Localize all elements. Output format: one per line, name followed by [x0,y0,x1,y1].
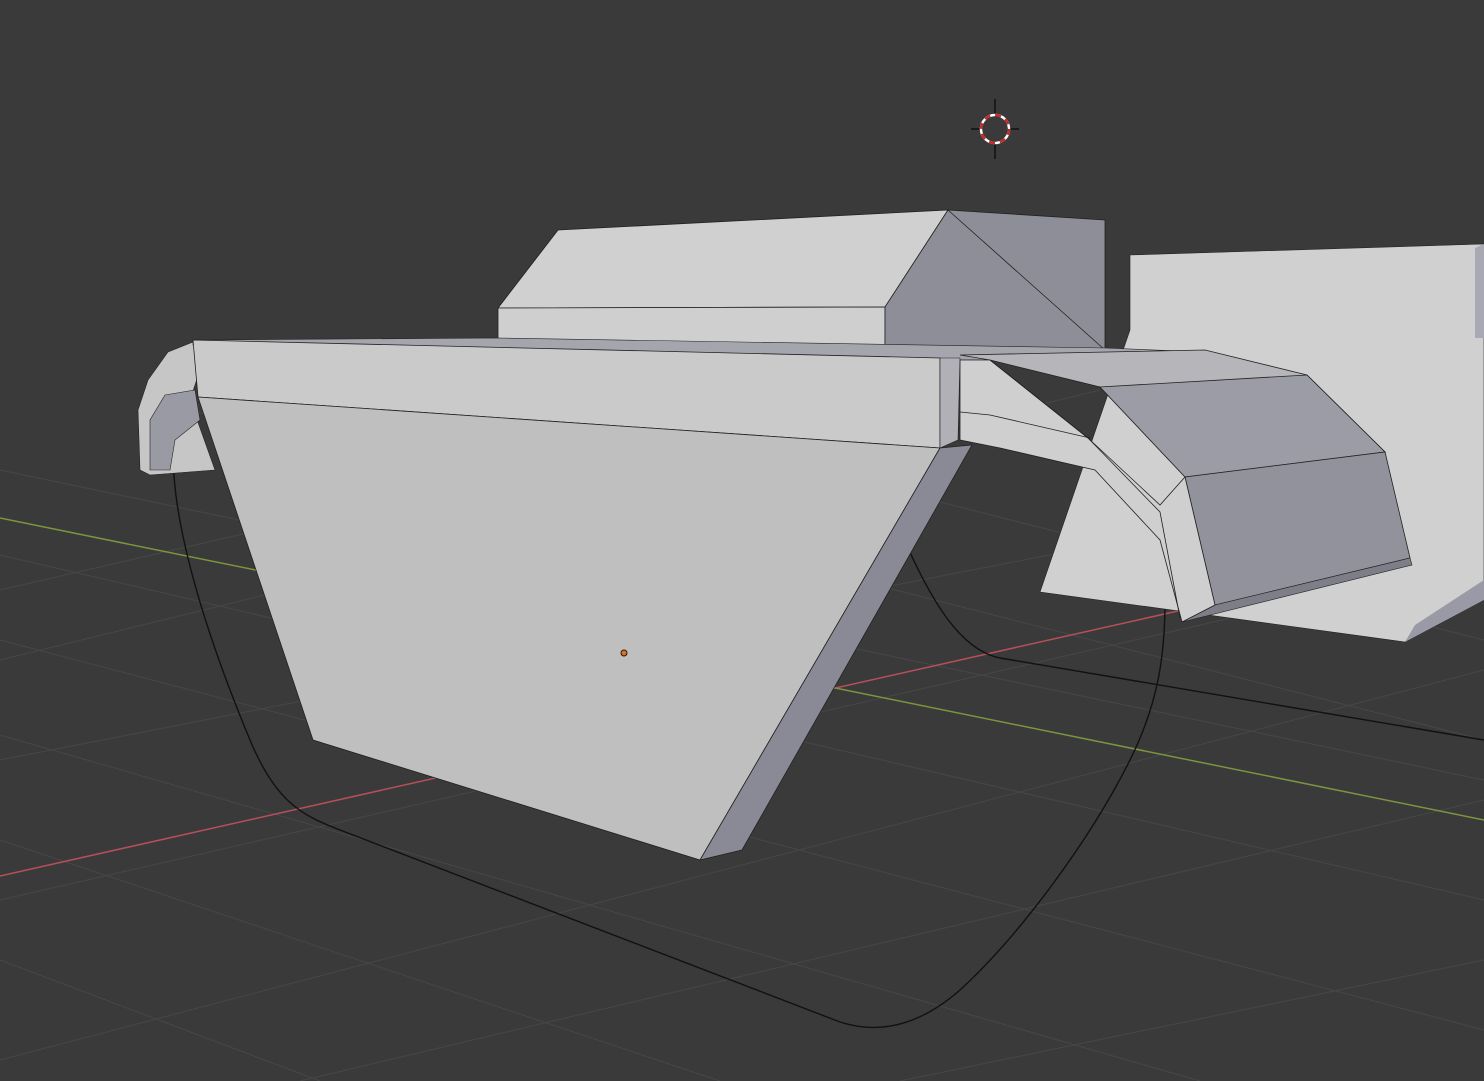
mesh-back-panel-edge [1475,244,1484,338]
mesh-main-top-strip-side [939,357,961,449]
object-origin-dot [620,649,628,657]
viewport-canvas[interactable] [0,0,1484,1081]
3d-viewport[interactable] [0,0,1484,1081]
